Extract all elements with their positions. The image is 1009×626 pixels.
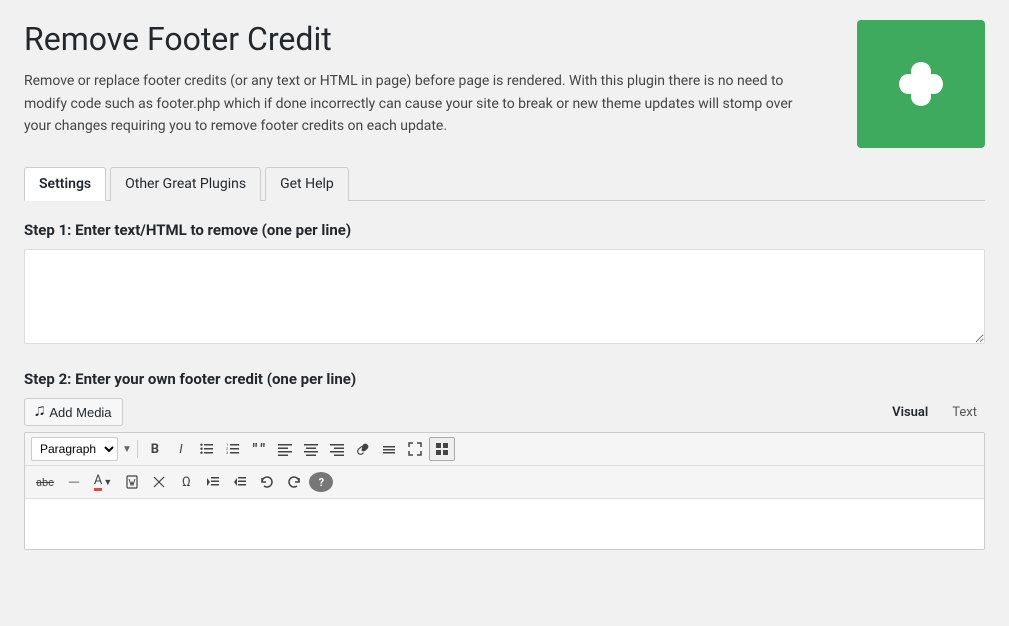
- add-media-label: Add Media: [49, 405, 111, 420]
- unordered-list-button[interactable]: [195, 437, 219, 461]
- paragraph-arrow: ▼: [122, 444, 132, 455]
- header-section: Remove Footer Credit Remove or replace f…: [24, 20, 985, 148]
- media-icon: 🎜: [35, 404, 44, 420]
- step1-section: Step 1: Enter text/HTML to remove (one p…: [24, 221, 985, 348]
- toolbar-divider-1: [137, 440, 138, 458]
- indent-button[interactable]: [201, 470, 225, 494]
- step2-label: Step 2: Enter your own footer credit (on…: [24, 370, 985, 388]
- fullscreen-button[interactable]: [403, 437, 427, 461]
- kitchen-sink-button[interactable]: [429, 437, 455, 461]
- svg-text:3: 3: [226, 450, 228, 455]
- horizontal-line-button[interactable]: —: [62, 470, 86, 494]
- italic-button[interactable]: I: [169, 437, 193, 461]
- ordered-list-button[interactable]: 123: [221, 437, 245, 461]
- step2-section: Step 2: Enter your own footer credit (on…: [24, 370, 985, 550]
- page-description: Remove or replace footer credits (or any…: [24, 70, 804, 137]
- align-right-button[interactable]: [325, 437, 349, 461]
- link-button[interactable]: [351, 437, 375, 461]
- page-title: Remove Footer Credit: [24, 20, 837, 58]
- redo-button[interactable]: [282, 470, 306, 494]
- remove-text-input[interactable]: [24, 249, 985, 344]
- text-color-button[interactable]: A ▼: [89, 470, 117, 494]
- editor-toolbar-row2: abc — A ▼ Ω ?: [25, 466, 984, 499]
- add-media-bar: 🎜 Add Media Visual Text: [24, 398, 985, 426]
- special-characters-button[interactable]: Ω: [174, 470, 198, 494]
- horizontal-rule-button[interactable]: [377, 437, 401, 461]
- tab-settings[interactable]: Settings: [24, 167, 106, 201]
- clover-icon: [889, 52, 953, 116]
- editor-toolbar-row1: Paragraph ▼ B I 123 " ": [25, 433, 984, 466]
- align-center-button[interactable]: [299, 437, 323, 461]
- align-left-button[interactable]: [273, 437, 297, 461]
- plugin-logo: [857, 20, 985, 148]
- tab-get-help[interactable]: Get Help: [265, 167, 349, 201]
- editor-content-area[interactable]: [25, 499, 984, 549]
- undo-button[interactable]: [255, 470, 279, 494]
- add-media-button[interactable]: 🎜 Add Media: [24, 398, 123, 426]
- tabs-nav: Settings Other Great Plugins Get Help: [24, 166, 985, 201]
- visual-text-tabs: Visual Text: [884, 401, 985, 424]
- blockquote-button[interactable]: " ": [247, 437, 271, 461]
- outdent-button[interactable]: [228, 470, 252, 494]
- text-tab[interactable]: Text: [944, 401, 985, 424]
- visual-tab[interactable]: Visual: [884, 401, 936, 424]
- paragraph-select[interactable]: Paragraph: [31, 437, 118, 461]
- tab-other-plugins[interactable]: Other Great Plugins: [110, 167, 261, 201]
- step1-label: Step 1: Enter text/HTML to remove (one p…: [24, 221, 985, 239]
- help-button[interactable]: ?: [309, 472, 333, 492]
- paste-from-word-button[interactable]: [120, 470, 144, 494]
- header-text: Remove Footer Credit Remove or replace f…: [24, 20, 857, 138]
- remove-formatting-button[interactable]: [147, 470, 171, 494]
- strikethrough-button[interactable]: abc: [31, 470, 59, 494]
- editor-wrapper: Paragraph ▼ B I 123 " ": [24, 432, 985, 550]
- bold-button[interactable]: B: [143, 437, 167, 461]
